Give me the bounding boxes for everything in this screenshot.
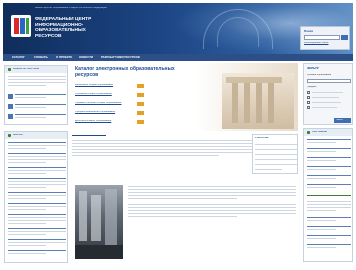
partners-panel: ПАРТНЕРЫ xyxy=(303,128,353,262)
logo-text: ФЕДЕРАЛЬНЫЙ ЦЕНТР ИНФОРМАЦИОННО-ОБРАЗОВА… xyxy=(35,17,92,37)
forum-box: ФОРУМ xyxy=(4,131,68,263)
catalog-row-label[interactable]: Основное общее образование xyxy=(75,93,135,97)
news-box: НОВОСТИ ПОРТАЛА xyxy=(4,65,68,125)
advanced-search-link[interactable]: Расширенный поиск xyxy=(304,42,348,46)
checkbox[interactable] xyxy=(307,106,310,109)
news-item-2[interactable] xyxy=(8,104,66,113)
filter-panel: ФИЛЬТР Уровень образования Предмет Найти xyxy=(303,63,353,125)
news-item-3[interactable] xyxy=(8,114,66,123)
partners-list xyxy=(307,139,351,259)
left-sidebar: НОВОСТИ ПОРТАЛА ФОРУМ xyxy=(3,63,69,265)
header-small-text: Министерство образования и науки Российс… xyxy=(35,7,107,9)
checkbox[interactable] xyxy=(307,96,310,99)
forum-box-icon xyxy=(8,134,11,137)
partners-icon xyxy=(307,131,310,134)
catalog-row-badge xyxy=(137,101,144,106)
catalog-row[interactable]: Начальное общее образование xyxy=(75,83,145,89)
main-nav: КАТАЛОГ СЛОВАРЬ О ПРОЕКТЕ НОВОСТИ РАЗРАБ… xyxy=(3,54,353,61)
search-button[interactable] xyxy=(341,35,348,40)
catalog-row[interactable]: Основное общее образование xyxy=(75,92,145,98)
partners-title: ПАРТНЕРЫ xyxy=(312,131,327,133)
catalog-row-badge xyxy=(137,110,144,115)
news-item-1[interactable] xyxy=(8,94,66,103)
catalog-list: Начальное общее образование Основное общ… xyxy=(75,83,215,129)
nav-item-dictionary[interactable]: СЛОВАРЬ xyxy=(34,56,54,60)
checkbox[interactable] xyxy=(307,101,310,104)
catalog-illustration xyxy=(222,73,294,129)
checkbox-list xyxy=(307,91,351,117)
catalog-row-label[interactable]: Среднее (полное) общее образование xyxy=(75,102,135,106)
search-panel: Поиск Расширенный поиск xyxy=(300,26,350,50)
article-block xyxy=(72,180,298,262)
news-box-title: НОВОСТИ ПОРТАЛА xyxy=(13,68,40,70)
stats-table: Статистика xyxy=(252,134,298,174)
checkbox[interactable] xyxy=(307,91,310,94)
catalog-row-label[interactable]: Дополнительное образование xyxy=(75,120,135,124)
catalog-row-label[interactable]: Начальное общее образование xyxy=(75,84,135,88)
page: ФЕДЕРАЛЬНЫЙ ЦЕНТР ИНФОРМАЦИОННО-ОБРАЗОВА… xyxy=(0,0,356,270)
catalog-row-label[interactable]: Профессиональное образование xyxy=(75,111,135,115)
nav-item-about[interactable]: О ПРОЕКТЕ xyxy=(56,56,76,60)
catalog-row[interactable]: Среднее (полное) общее образование xyxy=(75,101,145,107)
catalog-row-badge xyxy=(137,119,144,124)
news-box-text xyxy=(8,76,66,92)
forum-list xyxy=(8,142,66,260)
logo[interactable] xyxy=(10,14,32,40)
nav-item-catalog[interactable]: КАТАЛОГ xyxy=(12,56,32,60)
article-text xyxy=(128,186,296,226)
catalog-row-badge xyxy=(137,92,144,97)
stats-title: Статистика xyxy=(255,137,269,139)
catalog-row-badge xyxy=(137,83,144,88)
filter-label-level: Уровень образования xyxy=(307,74,332,76)
filter-submit-label: Найти xyxy=(336,118,343,121)
news-box-icon xyxy=(8,68,11,71)
filter-submit-button[interactable]: Найти xyxy=(334,118,351,123)
nav-item-news[interactable]: НОВОСТИ xyxy=(79,56,99,60)
article-photo xyxy=(75,185,123,259)
level-select[interactable] xyxy=(307,79,351,83)
forum-box-title: ФОРУМ xyxy=(13,134,23,136)
nav-item-developers[interactable]: РАЗРАБОТЧИКИ РЕСУРСОВ xyxy=(101,56,151,60)
catalog-row[interactable]: Профессиональное образование xyxy=(75,110,145,116)
stats-rows xyxy=(255,144,297,172)
filter-title: ФИЛЬТР xyxy=(307,67,319,70)
catalog-title: Каталог электронных образовательных ресу… xyxy=(75,66,175,78)
catalog-row[interactable]: Дополнительное образование xyxy=(75,119,145,125)
search-label: Поиск xyxy=(304,30,314,33)
filter-label-subject: Предмет xyxy=(307,86,317,88)
search-input[interactable] xyxy=(304,35,340,40)
logo-emblem-icon xyxy=(11,15,31,37)
catalog-section: Каталог электронных образовательных ресу… xyxy=(72,63,298,131)
